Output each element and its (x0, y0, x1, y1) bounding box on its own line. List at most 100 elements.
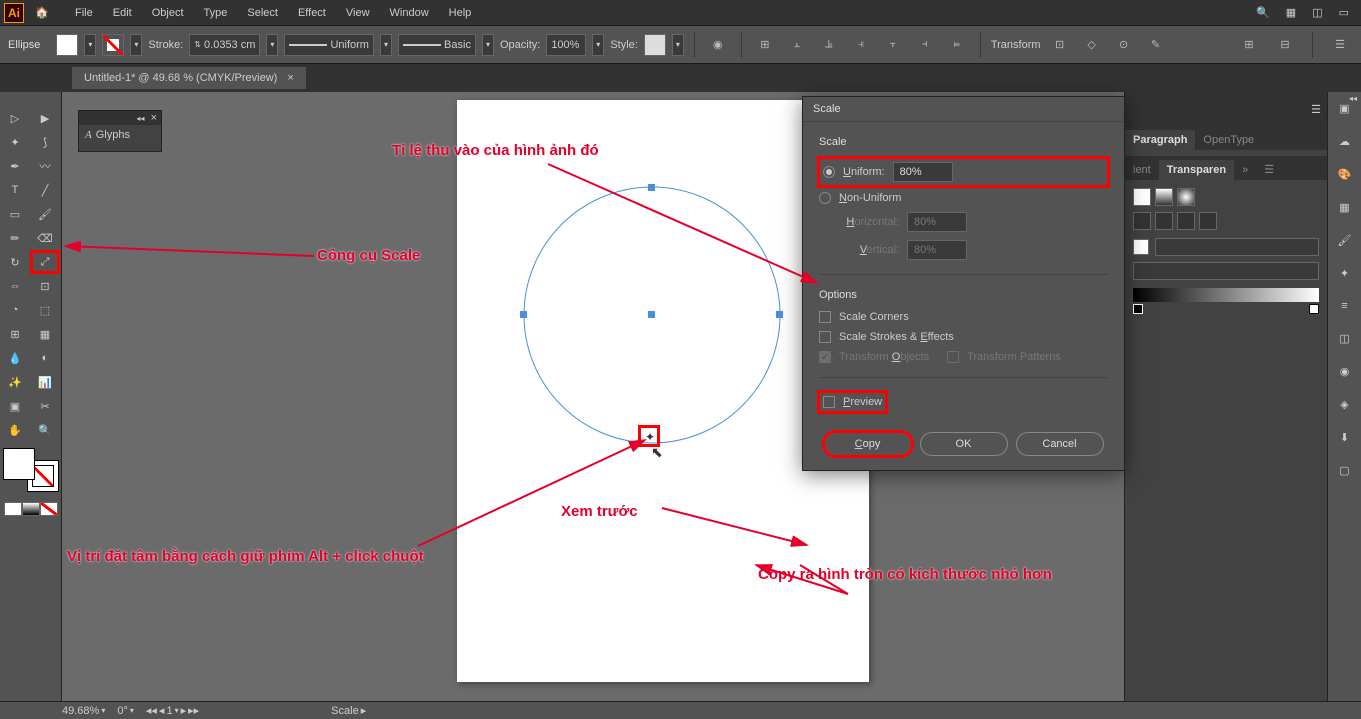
sw3[interactable] (1177, 188, 1195, 206)
brush-def[interactable]: Basic (398, 34, 476, 56)
ok-button[interactable]: OK (920, 432, 1008, 456)
direct-selection-tool[interactable]: ▶ (30, 106, 60, 130)
stroke-panel-icon[interactable]: ≡ (1341, 300, 1347, 312)
slice-tool[interactable]: ✂ (30, 394, 60, 418)
menu-window[interactable]: Window (381, 3, 438, 23)
layers-icon[interactable]: ◫ (1339, 332, 1349, 345)
rectangle-tool[interactable]: ▭ (0, 202, 30, 226)
zoom-tool[interactable]: 🔍 (30, 418, 60, 442)
properties-icon[interactable]: ▣ (1339, 102, 1349, 115)
sw5[interactable] (1155, 212, 1173, 230)
eraser-tool[interactable]: ⌫ (30, 226, 60, 250)
horizontal-input[interactable] (907, 212, 967, 232)
home-icon[interactable]: 🏠 (32, 3, 52, 23)
gradient-tab[interactable]: ient (1125, 160, 1159, 180)
workspace-icon[interactable]: ◫ (1312, 6, 1322, 19)
fill-dropdown[interactable] (84, 34, 96, 56)
pen-tool[interactable]: ✒ (0, 154, 30, 178)
scale-strokes-checkbox[interactable] (819, 331, 831, 343)
align-left-icon[interactable]: ⫠ (784, 32, 810, 58)
symbol-sprayer-tool[interactable]: ✨ (0, 370, 30, 394)
copy-button[interactable]: Copy (824, 432, 912, 456)
search-icon[interactable]: 🔍 (1256, 6, 1270, 19)
brush-dd[interactable] (482, 34, 494, 56)
grid-icon[interactable]: ⊞ (1236, 32, 1262, 58)
stroke-weight-input[interactable]: ⇅ 0.0353 cm (189, 34, 260, 56)
paragraph-tab[interactable]: Paragraph (1125, 130, 1195, 150)
panel-expand-icon[interactable]: » (1234, 160, 1256, 180)
gradient-tool[interactable]: ▦ (30, 322, 60, 346)
asset-export-icon[interactable]: ⬇ (1340, 431, 1349, 444)
rotate-tool[interactable]: ↻ (0, 250, 30, 274)
align-hcenter-icon[interactable]: ⫡ (816, 32, 842, 58)
sw4[interactable] (1133, 212, 1151, 230)
none-mode-icon[interactable] (40, 502, 58, 516)
stroke-profile-dd[interactable] (380, 34, 392, 56)
more-icon[interactable]: ▭ (1339, 6, 1349, 19)
menu-view[interactable]: View (337, 3, 379, 23)
curvature-tool[interactable]: 〰 (30, 154, 60, 178)
cancel-button[interactable]: Cancel (1016, 432, 1104, 456)
shape-builder-tool[interactable]: ◔ (0, 298, 30, 322)
uniform-radio[interactable] (823, 166, 835, 178)
artboard-next2-icon[interactable]: ▸▸ (188, 704, 199, 717)
artboard-prev2-icon[interactable]: ◂ (159, 704, 165, 717)
stop-left[interactable] (1133, 304, 1143, 314)
snap-icon[interactable]: ⊟ (1272, 32, 1298, 58)
close-tab-icon[interactable]: × (287, 72, 293, 84)
line-tool[interactable]: ╱ (30, 178, 60, 202)
sw1[interactable] (1133, 188, 1151, 206)
opacity-dd[interactable] (592, 34, 604, 56)
artboard-num[interactable]: 1 (166, 705, 172, 717)
color-icon[interactable]: 🎨 (1338, 168, 1352, 181)
graph-tool[interactable]: 📊 (30, 370, 60, 394)
style-dd[interactable] (672, 34, 684, 56)
paintbrush-tool[interactable]: 🖌 (30, 202, 60, 226)
align-top-icon[interactable]: ⫟ (880, 32, 906, 58)
menu-file[interactable]: File (66, 3, 102, 23)
menu-object[interactable]: Object (143, 3, 193, 23)
fill-stroke-swatches[interactable] (3, 448, 59, 492)
opentype-tab[interactable]: OpenType (1195, 130, 1262, 150)
document-tab[interactable]: Untitled-1* @ 49.68 % (CMYK/Preview) × (72, 67, 306, 89)
color-mode-icon[interactable] (4, 502, 22, 516)
menu-type[interactable]: Type (195, 3, 237, 23)
zoom-value[interactable]: 49.68% (62, 705, 99, 717)
stroke-weight-dd[interactable] (266, 34, 278, 56)
hand-tool[interactable]: ✋ (0, 418, 30, 442)
sw7[interactable] (1199, 212, 1217, 230)
panel-opts-icon[interactable]: ☰ (1256, 159, 1282, 180)
scale-tool[interactable]: ⤢ (30, 250, 60, 274)
blend-tool[interactable]: ◐ (30, 346, 60, 370)
mesh-tool[interactable]: ⊞ (0, 322, 30, 346)
fill-swatch[interactable] (56, 34, 78, 56)
stroke-profile[interactable]: Uniform (284, 34, 374, 56)
eyedropper-tool[interactable]: 💧 (0, 346, 30, 370)
collapse-tools-icon[interactable]: ◂◂ (1349, 94, 1357, 103)
glyphs-collapse-icon[interactable]: ◂◂ (137, 114, 145, 123)
symbols-icon[interactable]: ✦ (1340, 267, 1349, 280)
fill-color-swatch[interactable] (3, 448, 35, 480)
menu-help[interactable]: Help (440, 3, 481, 23)
glyphs-panel[interactable]: ◂◂× AGlyphs (78, 110, 162, 152)
stop-color[interactable] (1133, 239, 1149, 255)
grad-field2[interactable] (1133, 262, 1319, 280)
isolate-icon[interactable]: ⊙ (1111, 32, 1137, 58)
artboard-prev-icon[interactable]: ◂◂ (146, 704, 157, 717)
appearance-icon[interactable]: ◉ (1340, 365, 1350, 378)
transform-label[interactable]: Transform (991, 39, 1041, 51)
recolor-icon[interactable]: ◉ (705, 32, 731, 58)
menu-effect[interactable]: Effect (289, 3, 335, 23)
artboard-tool[interactable]: ▣ (0, 394, 30, 418)
scale-corners-checkbox[interactable] (819, 311, 831, 323)
align-bottom-icon[interactable]: ⫢ (944, 32, 970, 58)
stop-right[interactable] (1309, 304, 1319, 314)
menu-select[interactable]: Select (238, 3, 287, 23)
free-transform-tool[interactable]: ⊡ (30, 274, 60, 298)
status-menu-icon[interactable]: ▸ (361, 704, 367, 717)
uniform-input[interactable] (893, 162, 953, 182)
graphic-styles-icon[interactable]: ◈ (1340, 398, 1348, 411)
align-panel-icon[interactable]: ⊞ (752, 32, 778, 58)
perspective-tool[interactable]: ⬚ (30, 298, 60, 322)
magic-wand-tool[interactable]: ✦ (0, 130, 30, 154)
